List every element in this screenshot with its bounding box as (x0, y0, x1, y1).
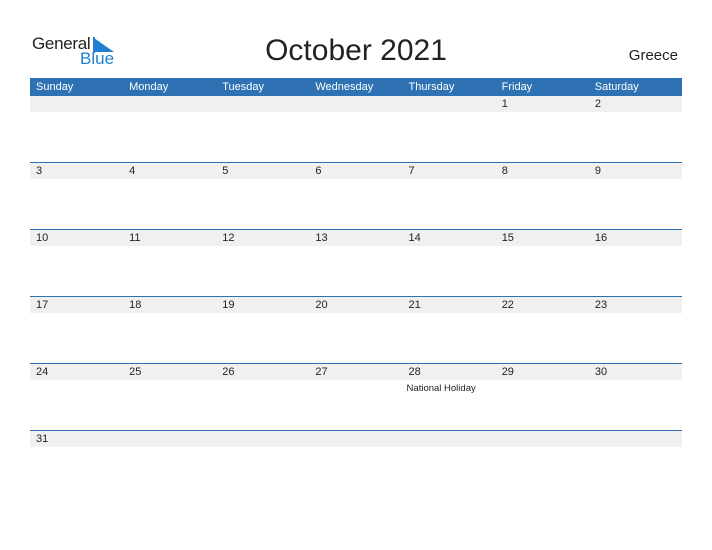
day-number: 1 (501, 98, 508, 110)
day-cell: 27 (309, 364, 402, 431)
day-cell: 22 (496, 297, 589, 364)
weekday-monday: Monday (129, 81, 169, 93)
day-cell: 30 (589, 364, 682, 431)
day-number: 11 (129, 232, 141, 244)
weekday-wednesday: Wednesday (315, 81, 374, 93)
day-cell: 4 (123, 163, 216, 230)
day-number: 18 (129, 299, 142, 311)
day-cell: 19 (216, 297, 309, 364)
day-cell: 17 (30, 297, 123, 364)
weekday-header: Sunday Monday Tuesday Wednesday Thursday… (30, 78, 682, 96)
day-number: 6 (315, 165, 322, 177)
day-cell (123, 431, 216, 498)
day-cell: 15 (496, 230, 589, 297)
day-cell: 12 (216, 230, 309, 297)
day-cell: 9 (589, 163, 682, 230)
week-row: 31 (30, 430, 682, 498)
day-number: 27 (315, 366, 328, 378)
day-number: 28 (408, 366, 421, 378)
day-number: 30 (594, 366, 608, 378)
day-number: 22 (501, 299, 514, 311)
week-row: 12 (30, 96, 682, 163)
day-number: 15 (501, 232, 514, 244)
day-cell: 23 (589, 297, 682, 364)
day-number: 2 (594, 98, 601, 110)
day-cell: 14 (403, 230, 496, 297)
calendar-title: October 2021 (265, 34, 447, 67)
day-number: 4 (129, 165, 136, 177)
day-cell: 20 (309, 297, 402, 364)
day-number: 21 (408, 299, 421, 311)
day-cell: 2 (589, 96, 682, 163)
day-cell (309, 431, 402, 498)
day-number: 3 (36, 165, 43, 177)
day-cell: 21 (403, 297, 496, 364)
day-cell: 28 National Holiday (403, 364, 496, 431)
weekday-friday: Friday (501, 81, 533, 93)
weekday-saturday: Saturday (594, 81, 639, 93)
day-cell (216, 96, 309, 163)
day-cell: 18 (123, 297, 216, 364)
day-cell: 7 (403, 163, 496, 230)
day-number: 13 (315, 232, 328, 244)
day-number: 31 (36, 433, 49, 445)
day-cell (309, 96, 402, 163)
day-cell: 29 (496, 364, 589, 431)
day-cell: 8 (496, 163, 589, 230)
day-number: 29 (501, 366, 514, 378)
weekday-sunday: Sunday (36, 81, 74, 93)
week-row: 3 4 5 6 7 8 9 (30, 162, 682, 230)
day-number: 7 (408, 165, 415, 177)
day-number: 17 (36, 299, 49, 311)
day-number: 9 (594, 165, 601, 177)
day-cell (30, 96, 123, 163)
day-number: 10 (36, 232, 49, 244)
day-cell: 3 (30, 163, 123, 230)
day-number: 14 (408, 232, 421, 244)
day-number: 5 (222, 165, 229, 177)
day-cell: 1 (496, 96, 589, 163)
day-cell: 13 (309, 230, 402, 297)
day-number: 24 (36, 366, 49, 378)
day-cell (403, 96, 496, 163)
week-row: 17 18 19 20 21 22 23 (30, 296, 682, 364)
day-cell (589, 431, 682, 498)
day-cell: 25 (123, 364, 216, 431)
day-cell (403, 431, 496, 498)
holiday-label: National Holiday (406, 383, 476, 394)
day-cell: 26 (216, 364, 309, 431)
weekday-thursday: Thursday (408, 81, 455, 93)
day-number: 20 (315, 299, 328, 311)
day-cell (216, 431, 309, 498)
day-cell (496, 431, 589, 498)
day-number: 26 (222, 366, 235, 378)
day-number: 19 (222, 299, 235, 311)
day-number: 16 (594, 232, 608, 244)
day-number: 12 (222, 232, 235, 244)
day-cell: 24 (30, 364, 123, 431)
week-row: 24 25 26 27 28 National Holiday 29 30 (30, 363, 682, 431)
weekday-tuesday: Tuesday (222, 81, 265, 93)
day-cell: 10 (30, 230, 123, 297)
day-cell: 6 (309, 163, 402, 230)
day-cell: 16 (589, 230, 682, 297)
day-cell (123, 96, 216, 163)
day-number: 25 (129, 366, 142, 378)
day-cell: 5 (216, 163, 309, 230)
week-row: 10 11 12 13 14 15 16 (30, 229, 682, 297)
day-number: 23 (594, 299, 608, 311)
country-label: Greece (628, 47, 678, 64)
day-number: 8 (501, 165, 508, 177)
day-cell: 31 (30, 431, 123, 498)
day-cell: 11 (123, 230, 216, 297)
